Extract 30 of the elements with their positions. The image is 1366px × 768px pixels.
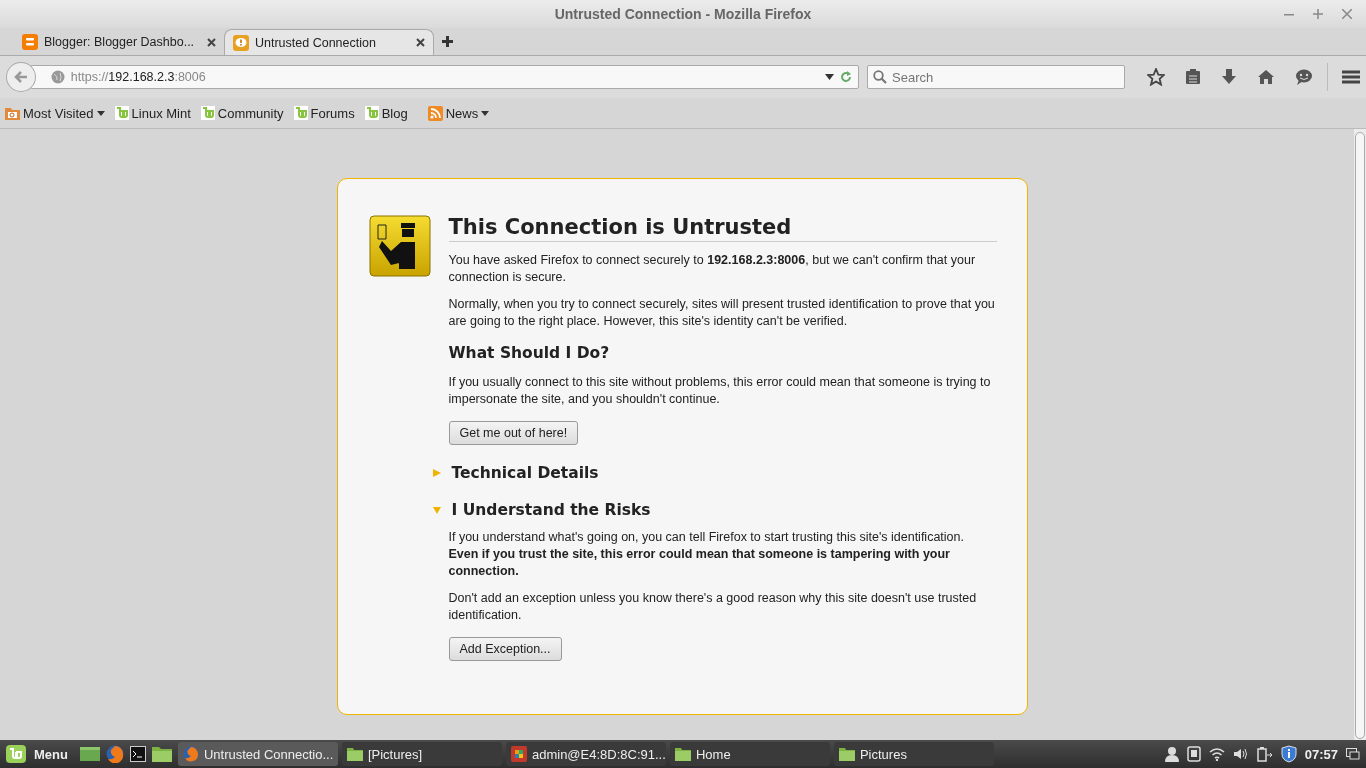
taskbar-window-button[interactable]: Home xyxy=(669,742,830,766)
error-text: Normally, when you try to connect securely, sites will present trusted identification to prove that you are going to the right place. However, this site's identity can't be verified. xyxy=(448,296,996,330)
error-title: This Connection is Untrusted xyxy=(448,215,997,242)
window-title: Untrusted Connection - Mozilla Firefox xyxy=(554,6,812,22)
error-text: You have asked Firefox to connect securely to 192.168.2.3:8006, but we can't confirm that your connection is secure. xyxy=(448,252,977,286)
section-heading: What Should I Do? xyxy=(448,344,611,362)
bookmark-item[interactable]: Blog xyxy=(364,105,408,121)
bookmark-item[interactable]: News xyxy=(427,105,490,121)
browser-tab[interactable]: Blogger: Blogger Dashbo... xyxy=(14,29,224,55)
taskbar-window-button[interactable]: [Pictures] xyxy=(341,742,502,766)
risk-text: If you understand what's going on, you can tell Firefox to start trusting this site's identification. Even if you trust the site, this error could mean that someone is tampering with your connection. xyxy=(448,529,965,580)
start-menu-button[interactable]: Menu xyxy=(0,745,74,763)
bookmark-item[interactable]: Community xyxy=(200,105,284,121)
taskbar-window-button[interactable]: admin@E4:8D:8C:91... xyxy=(505,742,666,766)
address-bar[interactable]: https://192.168.2.3:8006 xyxy=(29,65,859,89)
bookmark-item[interactable]: Most Visited xyxy=(5,105,105,121)
clock: 07:57 xyxy=(1304,746,1338,762)
taskbar-window-button[interactable]: Pictures xyxy=(833,742,994,766)
advice-text: If you usually connect to this site without problems, this error could mean that someone is trying to impersonate the site, and you shouldn't continue. xyxy=(448,374,992,408)
bookmark-item[interactable]: Forums xyxy=(293,105,355,121)
expander-heading[interactable]: Technical Details xyxy=(432,464,997,482)
search-field[interactable]: Search xyxy=(867,65,1125,89)
browser-tab[interactable]: Untrusted Connection xyxy=(224,29,434,55)
taskbar-window-button[interactable]: Untrusted Connectio... xyxy=(177,742,338,766)
risk-text: Don't add an exception unless you know there's a good reason why this site doesn't use trusted identification. xyxy=(448,590,978,624)
url-text: https://192.168.2.3:8006 xyxy=(70,70,206,84)
get-me-out-button[interactable]: Get me out of here! xyxy=(448,421,579,445)
bookmark-item[interactable]: Linux Mint xyxy=(114,105,191,121)
expander-heading[interactable]: I Understand the Risks xyxy=(432,501,997,519)
add-exception-button[interactable]: Add Exception... xyxy=(448,637,562,661)
